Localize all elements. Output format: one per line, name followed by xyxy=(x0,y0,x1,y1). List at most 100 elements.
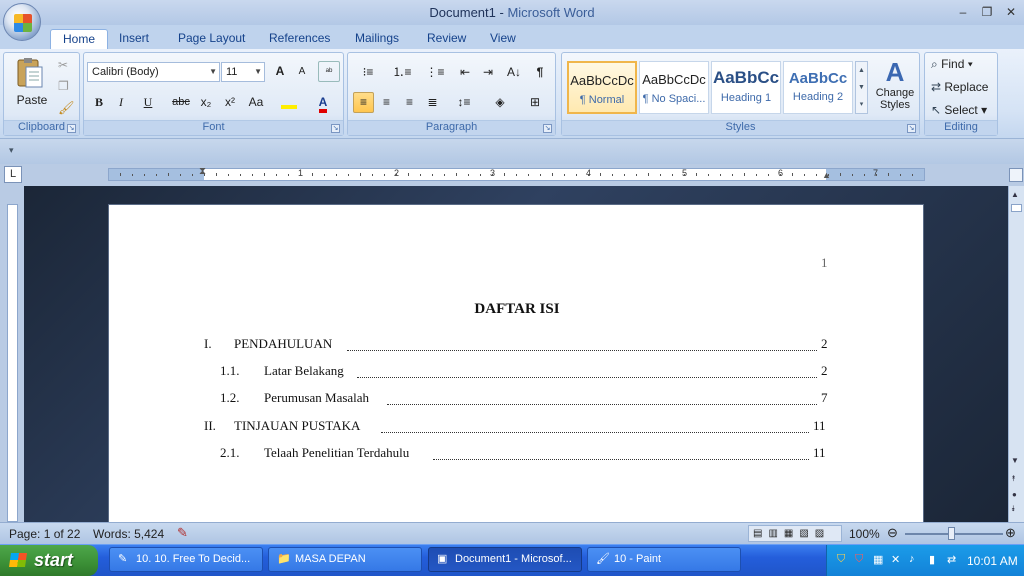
network-icon[interactable]: ▦ xyxy=(873,553,883,566)
font-size-dropdown[interactable]: 11 ▼ xyxy=(221,62,265,82)
find-button[interactable]: ⌕ Find ▾ xyxy=(931,57,973,72)
clock[interactable]: 10:01 AM xyxy=(967,554,1018,568)
justify-button[interactable]: ≣ xyxy=(422,92,443,113)
font-launcher-icon[interactable]: ↘ xyxy=(331,124,340,133)
subscript-button[interactable]: x₂ xyxy=(195,92,217,113)
taskbar-item-document1[interactable]: ▣ Document1 - Microsof... xyxy=(428,547,582,572)
word-count[interactable]: Words: 5,424 xyxy=(93,527,164,541)
superscript-button[interactable]: x² xyxy=(219,92,241,113)
tab-page-layout[interactable]: Page Layout xyxy=(166,29,257,49)
borders-button[interactable]: ⊞ xyxy=(520,92,550,113)
style-sample: AaBbCc xyxy=(788,70,848,87)
styles-scroll[interactable]: ▲ ▼ ▾ xyxy=(855,61,868,114)
change-case-button[interactable]: Aa xyxy=(244,92,268,113)
style-normal[interactable]: AaBbCcDc ¶ Normal xyxy=(567,61,637,114)
clear-formatting-button[interactable]: ᵃᵇ xyxy=(318,61,340,82)
scroll-up-icon[interactable]: ▲ xyxy=(1011,190,1019,199)
view-ruler-icon[interactable] xyxy=(1009,168,1023,182)
ruler-tick xyxy=(276,174,277,176)
increase-indent-button[interactable]: ⇥ xyxy=(478,62,498,83)
scroll-thumb[interactable] xyxy=(1011,204,1022,212)
tab-selector-button[interactable]: L xyxy=(4,166,22,183)
zoom-slider-thumb[interactable] xyxy=(948,527,955,540)
vertical-scrollbar[interactable]: ▲ ▼ ⯭ ● ⯯ xyxy=(1008,186,1024,522)
scroll-down-icon[interactable]: ▼ xyxy=(1011,456,1019,465)
office-button[interactable] xyxy=(3,3,41,41)
horizontal-ruler[interactable]: 1 2 3 4 5 6 7 ⧗ ▲ xyxy=(108,166,925,181)
zoom-level[interactable]: 100% xyxy=(849,527,880,541)
numbering-button[interactable]: ⒈≡ xyxy=(387,62,417,83)
ruler-tick xyxy=(528,174,529,176)
right-indent-marker-icon[interactable]: ▲ xyxy=(822,170,831,180)
shading-button[interactable]: ◈ xyxy=(485,92,515,113)
minimize-button[interactable]: ‒ xyxy=(952,4,974,20)
style-heading-2[interactable]: AaBbCc Heading 2 xyxy=(783,61,853,114)
next-page-icon[interactable]: ⯯ xyxy=(1011,504,1016,514)
select-button[interactable]: ↖ Select ▾ xyxy=(931,103,987,117)
paste-button[interactable]: Paste xyxy=(8,93,56,107)
restore-button[interactable]: ❐ xyxy=(976,4,998,20)
tab-mailings[interactable]: Mailings xyxy=(343,29,411,49)
align-left-button[interactable]: ≡ xyxy=(353,92,374,113)
volume-icon[interactable]: ♪ xyxy=(909,553,915,565)
styles-launcher-icon[interactable]: ↘ xyxy=(907,124,916,133)
ruler-number: 1 xyxy=(298,168,304,178)
antivirus-icon[interactable]: ⛉ xyxy=(855,553,863,566)
document-page[interactable]: 1 DAFTAR ISI I. PENDAHULUAN 2 1.1. Latar… xyxy=(108,204,924,524)
sort-button[interactable]: A↓ xyxy=(503,62,525,83)
clipboard-launcher-icon[interactable]: ↘ xyxy=(67,124,76,133)
previous-page-icon[interactable]: ⯭ xyxy=(1011,474,1016,484)
show-formatting-button[interactable]: ¶ xyxy=(530,62,550,83)
multilevel-list-button[interactable]: ⋮≡ xyxy=(421,62,449,83)
bold-button[interactable]: B xyxy=(89,92,109,113)
vertical-ruler[interactable] xyxy=(0,186,24,522)
start-button[interactable]: start xyxy=(0,545,98,576)
change-styles-button[interactable]: A Change Styles xyxy=(875,57,915,111)
format-painter-icon[interactable]: 🖌 xyxy=(58,100,75,116)
style-heading-1[interactable]: AaBbCc Heading 1 xyxy=(711,61,781,114)
network-disconnected-icon[interactable]: ✕ xyxy=(891,553,900,566)
strikethrough-button[interactable]: abc xyxy=(169,92,193,113)
replace-button[interactable]: ⇄ Replace xyxy=(931,80,988,94)
align-center-button[interactable]: ≡ xyxy=(376,92,397,113)
font-color-button[interactable]: A xyxy=(308,92,338,113)
select-browse-object-icon[interactable]: ● xyxy=(1012,490,1017,499)
view-buttons[interactable]: ▤▥▦▧▨ xyxy=(748,525,842,542)
taskbar-item-masa-depan[interactable]: 📁 MASA DEPAN xyxy=(268,547,422,572)
zoom-out-icon[interactable]: ⊖ xyxy=(887,525,898,541)
line-spacing-button[interactable]: ↕≡ xyxy=(449,92,479,113)
align-right-button[interactable]: ≡ xyxy=(399,92,420,113)
proofing-icon[interactable]: ✎ xyxy=(177,525,188,541)
style-no-spacing[interactable]: AaBbCcDc ¶ No Spaci... xyxy=(639,61,709,114)
ruler-tick xyxy=(396,174,397,176)
app-name: Microsoft Word xyxy=(507,5,595,20)
copy-icon[interactable]: ❐ xyxy=(58,79,69,93)
decrease-indent-button[interactable]: ⇤ xyxy=(455,62,475,83)
cut-icon[interactable]: ✂ xyxy=(58,58,68,72)
safely-remove-icon[interactable]: ⇄ xyxy=(947,553,956,566)
paint-bucket-icon: ◈ xyxy=(495,95,505,109)
close-button[interactable]: ✕ xyxy=(1000,4,1022,20)
paragraph-launcher-icon[interactable]: ↘ xyxy=(543,124,552,133)
italic-button[interactable]: I xyxy=(111,92,131,113)
tab-references[interactable]: References xyxy=(257,29,342,49)
tab-insert[interactable]: Insert xyxy=(107,29,161,49)
shrink-font-button[interactable]: A xyxy=(292,61,312,82)
zoom-in-icon[interactable]: ⊕ xyxy=(1005,525,1016,541)
bullets-button[interactable]: ⁝≡ xyxy=(353,62,383,83)
taskbar-item-free-to-decide[interactable]: ✎ 10. 10. Free To Decid... xyxy=(109,547,263,572)
page-count[interactable]: Page: 1 of 22 xyxy=(9,527,80,541)
paste-icon[interactable] xyxy=(12,57,46,91)
ruler-tick xyxy=(240,174,241,176)
font-name-dropdown[interactable]: Calibri (Body) ▼ xyxy=(87,62,220,82)
grow-font-button[interactable]: A xyxy=(270,61,290,82)
customize-toolbar-icon[interactable]: ▾ xyxy=(9,145,14,156)
tab-home[interactable]: Home xyxy=(50,29,109,50)
highlight-color-button[interactable] xyxy=(276,92,302,113)
underline-button[interactable]: U xyxy=(135,92,161,113)
security-shield-icon[interactable]: ⛉ xyxy=(837,553,845,566)
tab-review[interactable]: Review xyxy=(415,29,478,49)
taskbar-item-paint[interactable]: 🖌 10 - Paint xyxy=(587,547,741,572)
tab-view[interactable]: View xyxy=(478,29,528,49)
battery-icon[interactable]: ▮ xyxy=(929,553,935,566)
